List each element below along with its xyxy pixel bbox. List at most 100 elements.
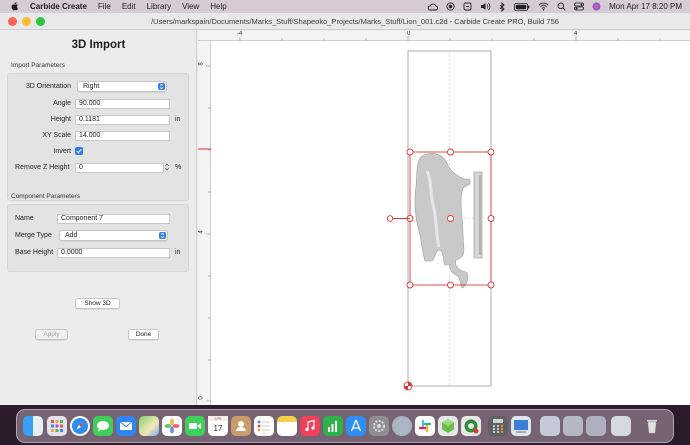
resize-handle[interactable] [406,148,414,156]
svg-text:17: 17 [214,424,223,433]
vpn-icon[interactable] [463,2,472,11]
notes-icon[interactable] [277,416,297,436]
center-handle[interactable] [447,215,454,222]
desktop-strip: APR 17 [0,405,690,445]
chevron-updown-icon [158,83,165,90]
carbide-copy-icon[interactable] [438,416,458,436]
dock: APR 17 [16,409,674,443]
height-unit: in [175,116,181,123]
orientation-select[interactable]: Right [77,81,167,92]
calendar-icon[interactable]: APR 17 [208,416,228,436]
launchpad-icon[interactable] [47,416,67,436]
import-parameters-label: Import Parameters [11,62,65,69]
stepper-arrows-icon [165,163,169,171]
design-canvas[interactable]: -4 0 4 8 4 0 [198,31,690,405]
contacts-icon[interactable] [231,416,251,436]
trash-folder-icon[interactable] [540,416,560,436]
zoom-window-button[interactable] [36,17,45,26]
resize-handle[interactable] [447,281,454,289]
resize-handle[interactable] [487,148,495,156]
siri-icon[interactable] [592,2,601,11]
removez-input[interactable]: 0 [75,162,164,173]
app-window: /Users/markspain/Documents/Marks_Stuff/S… [0,13,690,405]
close-window-button[interactable] [8,17,17,26]
menu-help[interactable]: Help [210,2,226,11]
svg-text:APR: APR [214,417,222,421]
resize-handle[interactable] [487,281,495,289]
rotate-handle[interactable] [386,215,394,222]
slack-icon[interactable] [415,416,435,436]
apply-button[interactable]: Apply [35,329,68,340]
music-icon[interactable] [300,416,320,436]
name-label: Name [15,215,34,222]
removez-label: Remove Z Height [15,164,70,171]
orientation-label: 3D Orientation [25,83,71,90]
menu-app-name[interactable]: Carbide Create [30,2,87,11]
orientation-row: 3D Orientation Right [8,81,190,92]
menu-edit[interactable]: Edit [122,2,136,11]
base-height-label: Base Height [15,249,54,256]
menubar-clock[interactable]: Mon Apr 17 8:20 PM [609,2,682,11]
folder-stack-icon[interactable] [611,416,631,436]
window-controls [8,17,45,26]
cloud-icon[interactable] [427,3,439,11]
carbide-create-icon[interactable] [461,416,481,436]
mail-icon[interactable] [116,416,136,436]
preview-icon[interactable] [511,416,531,436]
xyscale-input[interactable]: 14.000 [75,130,170,141]
status-area: Mon Apr 17 8:20 PM [427,0,682,13]
title-bar: /Users/markspain/Documents/Marks_Stuff/S… [0,13,690,30]
base-height-input[interactable]: 0.0000 [57,247,170,258]
component-name-input[interactable]: Component 7 [57,213,170,224]
resize-handle[interactable] [447,148,454,156]
menu-bar: Carbide Create File Edit Library View He… [0,0,690,13]
trash-icon[interactable] [642,416,662,436]
menu-library[interactable]: Library [147,2,171,11]
wifi-icon[interactable] [538,2,549,11]
merge-type-label: Merge Type [15,232,52,239]
resize-handle[interactable] [406,281,414,289]
stack-icon[interactable] [586,416,606,436]
system-icon[interactable] [392,416,412,436]
done-button[interactable]: Done [128,329,159,340]
checkmark-icon [76,149,82,154]
messages-icon[interactable] [93,416,113,436]
appstore-icon[interactable] [346,416,366,436]
bluetooth-icon[interactable] [499,1,506,12]
photos-icon[interactable] [162,416,182,436]
spotlight-icon[interactable] [557,2,566,11]
finder-icon[interactable] [23,416,43,436]
base-height-unit: in [175,249,181,256]
reminders-icon[interactable] [254,416,274,436]
import-parameters-group: 3D Orientation Right Angle 90.000 Height… [7,73,189,201]
menu-view[interactable]: View [182,2,199,11]
base-height-row: Base Height 0.0000 in [8,247,190,258]
angle-input[interactable]: 90.000 [75,98,170,109]
minimize-window-button[interactable] [22,17,31,26]
height-input[interactable]: 0.1181 [75,114,170,125]
settings-icon[interactable] [369,416,389,436]
show-3d-button[interactable]: Show 3D [75,298,120,309]
import-panel: 3D Import Import Parameters 3D Orientati… [0,31,197,405]
height-row: Height 0.1181 in [8,114,190,125]
volume-icon[interactable] [480,2,491,11]
menu-file[interactable]: File [98,2,111,11]
merge-type-select[interactable]: Add [59,230,168,241]
maps-icon[interactable] [139,416,159,436]
resize-handle[interactable] [487,215,495,222]
canvas-drawing [386,50,495,391]
safari-icon[interactable] [70,416,90,436]
numbers-icon[interactable] [323,416,343,436]
control-center-icon[interactable] [574,2,584,11]
chevron-updown-icon [159,232,166,239]
apple-icon[interactable] [10,2,20,11]
calculator-icon[interactable] [488,416,508,436]
facetime-icon[interactable] [185,416,205,436]
invert-checkbox[interactable] [75,147,83,155]
downloads-icon[interactable] [563,416,583,436]
xyscale-row: XY Scale 14.000 [8,130,190,141]
battery-icon[interactable] [514,2,530,11]
angle-label: Angle [53,100,71,107]
record-icon[interactable] [446,2,455,11]
removez-stepper[interactable] [164,162,170,172]
